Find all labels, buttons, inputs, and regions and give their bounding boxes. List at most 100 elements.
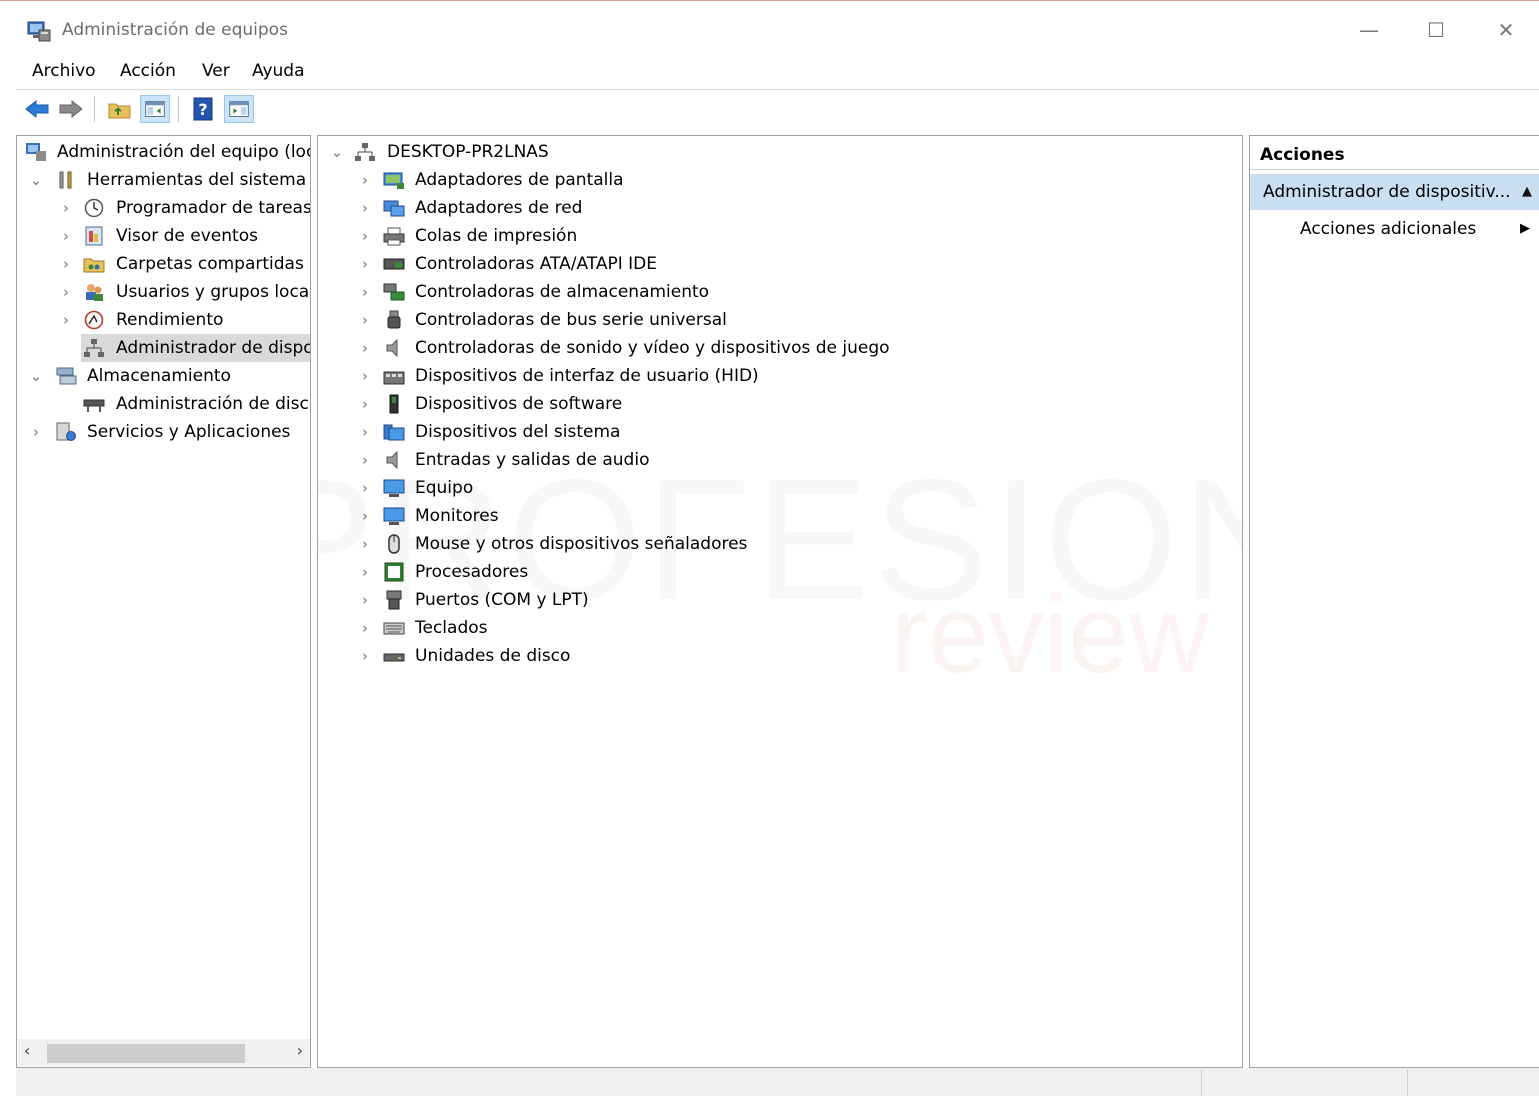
- chevron-right-icon[interactable]: ›: [59, 278, 73, 306]
- chevron-right-icon[interactable]: ›: [358, 306, 372, 334]
- device-category-item[interactable]: › Dispositivos de interfaz de usuario (HI…: [356, 362, 1226, 390]
- device-category-label: Dispositivos de software: [415, 394, 623, 414]
- show-hide-tree-icon[interactable]: [140, 95, 170, 123]
- audio-io-icon: [386, 450, 398, 470]
- device-category-item[interactable]: › Controladoras ATA/ATAPI IDE: [356, 250, 1226, 278]
- device-category-item[interactable]: › Dispositivos del sistema: [356, 418, 1226, 446]
- device-category-item[interactable]: › Adaptadores de red: [356, 194, 1226, 222]
- collapse-up-icon[interactable]: ▲: [1522, 174, 1532, 210]
- device-computer-node[interactable]: ⌄ DESKTOP-PR2LNAS: [326, 138, 1226, 166]
- usb-icon: [387, 310, 401, 329]
- more-actions-item[interactable]: Acciones adicionales: [1300, 214, 1476, 244]
- chevron-right-icon[interactable]: ›: [29, 418, 43, 446]
- scroll-thumb[interactable]: [47, 1044, 245, 1063]
- event-viewer-icon: [85, 226, 103, 246]
- display-adapter-icon: [383, 172, 404, 189]
- device-category-item[interactable]: › Dispositivos de software: [356, 390, 1226, 418]
- device-category-label: Controladoras de almacenamiento: [415, 282, 710, 302]
- minimize-button[interactable]: —: [1354, 15, 1384, 45]
- device-category-item[interactable]: › Controladoras de bus serie universal: [356, 306, 1226, 334]
- status-separator: [1201, 1070, 1202, 1096]
- shared-folder-icon: [83, 258, 105, 273]
- status-bar: [16, 1068, 1539, 1096]
- tree-item-device-manager[interactable]: Administrador de dispo: [81, 334, 310, 362]
- mouse-icon: [388, 534, 400, 554]
- menu-ver[interactable]: Ver: [202, 61, 230, 81]
- device-category-item[interactable]: › Teclados: [356, 614, 1226, 642]
- actions-header: Acciones: [1250, 140, 1539, 170]
- title-bar: Administración de equipos — ☐ ✕: [0, 0, 1539, 56]
- chevron-right-icon[interactable]: ›: [358, 586, 372, 614]
- device-category-item[interactable]: › Unidades de disco: [356, 642, 1226, 670]
- device-category-item[interactable]: › Colas de impresión: [356, 222, 1226, 250]
- actions-section-device-manager[interactable]: Administrador de dispositiv... ▲: [1250, 174, 1539, 210]
- tree-item-event-viewer[interactable]: › Visor de eventos: [23, 222, 310, 250]
- chevron-right-icon[interactable]: ›: [358, 446, 372, 474]
- tree-item-root[interactable]: Administración del equipo (loc: [23, 138, 311, 166]
- chevron-down-icon[interactable]: ⌄: [330, 138, 344, 166]
- tree-label: Administración del equipo (loc: [57, 142, 311, 162]
- chevron-right-icon[interactable]: ›: [358, 558, 372, 586]
- scroll-right-icon[interactable]: ›: [297, 1041, 303, 1060]
- forward-arrow-icon[interactable]: [56, 95, 86, 123]
- chevron-right-icon[interactable]: ›: [358, 362, 372, 390]
- tree-label: Visor de eventos: [116, 226, 258, 246]
- device-category-item[interactable]: › Controladoras de sonido y vídeo y dispo…: [356, 334, 1226, 362]
- chevron-right-icon[interactable]: ›: [358, 502, 372, 530]
- device-category-item[interactable]: › Procesadores: [356, 558, 1226, 586]
- tree-item-performance[interactable]: › Rendimiento: [23, 306, 310, 334]
- chevron-right-icon[interactable]: ›: [358, 166, 372, 194]
- device-category-item[interactable]: › Controladoras de almacenamiento: [356, 278, 1226, 306]
- chevron-right-icon[interactable]: ›: [358, 614, 372, 642]
- tree-item-disk-management[interactable]: Administración de disco: [81, 390, 310, 418]
- chevron-right-icon[interactable]: ›: [358, 474, 372, 502]
- chevron-right-icon[interactable]: ›: [358, 222, 372, 250]
- back-arrow-icon[interactable]: [22, 95, 52, 123]
- chevron-down-icon[interactable]: ⌄: [29, 362, 43, 390]
- chevron-right-icon[interactable]: ›: [358, 418, 372, 446]
- tree-item-local-users[interactable]: › Usuarios y grupos locale: [23, 278, 311, 306]
- chevron-right-icon[interactable]: ›: [59, 222, 73, 250]
- maximize-button[interactable]: ☐: [1421, 15, 1451, 45]
- tree-item-shared-folders[interactable]: › Carpetas compartidas: [23, 250, 310, 278]
- tree-item-services-apps[interactable]: › Servicios y Aplicaciones: [23, 418, 310, 446]
- device-category-item[interactable]: › Mouse y otros dispositivos señaladores: [356, 530, 1226, 558]
- performance-icon: [84, 310, 104, 330]
- menu-archivo[interactable]: Archivo: [32, 61, 96, 81]
- scroll-left-icon[interactable]: ‹: [24, 1041, 30, 1060]
- chevron-right-icon[interactable]: ›: [59, 194, 73, 222]
- help-icon[interactable]: ?: [188, 95, 218, 123]
- device-category-item[interactable]: › Monitores: [356, 502, 1226, 530]
- device-category-label: Dispositivos del sistema: [415, 422, 621, 442]
- device-category-label: Mouse y otros dispositivos señaladores: [415, 534, 748, 554]
- chevron-right-icon[interactable]: ›: [59, 250, 73, 278]
- device-category-item[interactable]: › Equipo: [356, 474, 1226, 502]
- tree-item-storage[interactable]: ⌄ Almacenamiento: [23, 362, 310, 390]
- chevron-down-icon[interactable]: ⌄: [29, 166, 43, 194]
- device-category-item[interactable]: › Puertos (COM y LPT): [356, 586, 1226, 614]
- menu-accion[interactable]: Acción: [120, 61, 176, 81]
- chevron-right-icon[interactable]: ›: [59, 306, 73, 334]
- tree-item-task-scheduler[interactable]: › Programador de tareas: [23, 194, 310, 222]
- device-category-label: Controladoras ATA/ATAPI IDE: [415, 254, 657, 274]
- device-category-item[interactable]: › Entradas y salidas de audio: [356, 446, 1226, 474]
- device-category-label: Dispositivos de interfaz de usuario (HID…: [415, 366, 759, 386]
- chevron-right-icon[interactable]: ›: [358, 250, 372, 278]
- tree-label: Usuarios y grupos locale: [116, 282, 311, 302]
- menu-ayuda[interactable]: Ayuda: [252, 61, 305, 81]
- device-category-item[interactable]: › Adaptadores de pantalla: [356, 166, 1226, 194]
- close-button[interactable]: ✕: [1491, 15, 1521, 45]
- chevron-right-icon[interactable]: ›: [358, 278, 372, 306]
- storage-controller-icon: [383, 283, 405, 301]
- chevron-right-icon[interactable]: ›: [358, 642, 372, 670]
- horizontal-scrollbar[interactable]: ‹ ›: [18, 1039, 310, 1066]
- tree-item-system-tools[interactable]: ⌄ Herramientas del sistema: [23, 166, 310, 194]
- submenu-arrow-icon[interactable]: ▶: [1520, 214, 1530, 244]
- up-folder-icon[interactable]: [105, 95, 135, 123]
- chevron-right-icon[interactable]: ›: [358, 194, 372, 222]
- chevron-right-icon[interactable]: ›: [358, 390, 372, 418]
- device-category-label: Adaptadores de pantalla: [415, 170, 624, 190]
- chevron-right-icon[interactable]: ›: [358, 334, 372, 362]
- show-hide-action-pane-icon[interactable]: [224, 95, 254, 123]
- chevron-right-icon[interactable]: ›: [358, 530, 372, 558]
